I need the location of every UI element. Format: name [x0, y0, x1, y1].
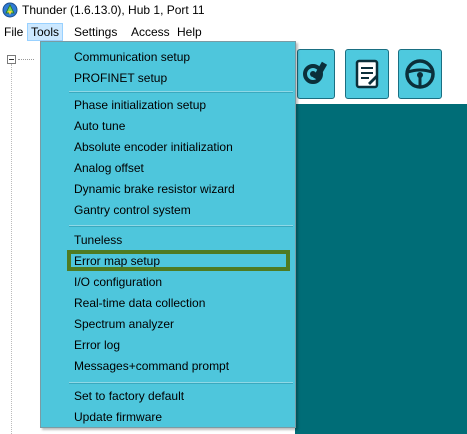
menu-item-real-time-data-collection[interactable]: Real-time data collection [74, 293, 205, 313]
tool-button-editor[interactable] [345, 49, 389, 99]
menu-item-analog-offset[interactable]: Analog offset [74, 158, 144, 178]
menu-item-communication-setup[interactable]: Communication setup [74, 47, 190, 67]
tool-button-drive[interactable] [398, 49, 442, 99]
menu-separator [69, 225, 293, 227]
tree-line [11, 64, 13, 434]
menu-item-messages-command-prompt[interactable]: Messages+command prompt [74, 356, 229, 376]
menu-item-phase-initialization-setup[interactable]: Phase initialization setup [74, 95, 206, 115]
tree-connector [18, 59, 34, 60]
menu-item-gantry-control-system[interactable]: Gantry control system [74, 200, 191, 220]
menu-settings[interactable]: Settings [71, 24, 120, 40]
menu-icon-gutter [41, 42, 67, 427]
tree-collapse-icon[interactable] [7, 55, 16, 64]
menu-item-absolute-encoder-initialization[interactable]: Absolute encoder initialization [74, 137, 233, 157]
menu-item-error-log[interactable]: Error log [74, 335, 120, 355]
menu-tools[interactable]: Tools [27, 23, 64, 41]
thunder-app-icon [2, 2, 18, 18]
menu-item-dynamic-brake-resistor-wizard[interactable]: Dynamic brake resistor wizard [74, 179, 235, 199]
menu-separator [69, 382, 293, 384]
main-workspace [295, 104, 467, 434]
menu-bar: File Tools Settings Access Help [0, 22, 467, 42]
menu-separator [69, 91, 293, 93]
menu-help[interactable]: Help [174, 24, 205, 40]
gear-wrench-icon [303, 61, 328, 84]
menu-item-error-map-setup[interactable]: Error map setup [74, 251, 160, 271]
menu-file[interactable]: File [1, 24, 26, 40]
window-title: Thunder (1.6.13.0), Hub 1, Port 11 [22, 3, 205, 17]
title-bar: Thunder (1.6.13.0), Hub 1, Port 11 [0, 0, 467, 22]
toolbar [295, 42, 467, 104]
menu-item-profinet-setup[interactable]: PROFINET setup [74, 68, 167, 88]
steering-wheel-icon [405, 59, 435, 89]
tool-button-configure[interactable] [297, 49, 335, 99]
menu-item-auto-tune[interactable]: Auto tune [74, 116, 125, 136]
menu-item-tuneless[interactable]: Tuneless [74, 230, 122, 250]
tools-dropdown-menu: Communication setup PROFINET setup Phase… [40, 41, 296, 428]
menu-item-spectrum-analyzer[interactable]: Spectrum analyzer [74, 314, 174, 334]
menu-access[interactable]: Access [128, 24, 173, 40]
document-edit-icon [355, 59, 379, 89]
menu-item-io-configuration[interactable]: I/O configuration [74, 272, 162, 292]
menu-item-set-to-factory-default[interactable]: Set to factory default [74, 386, 184, 406]
menu-item-update-firmware[interactable]: Update firmware [74, 407, 162, 427]
